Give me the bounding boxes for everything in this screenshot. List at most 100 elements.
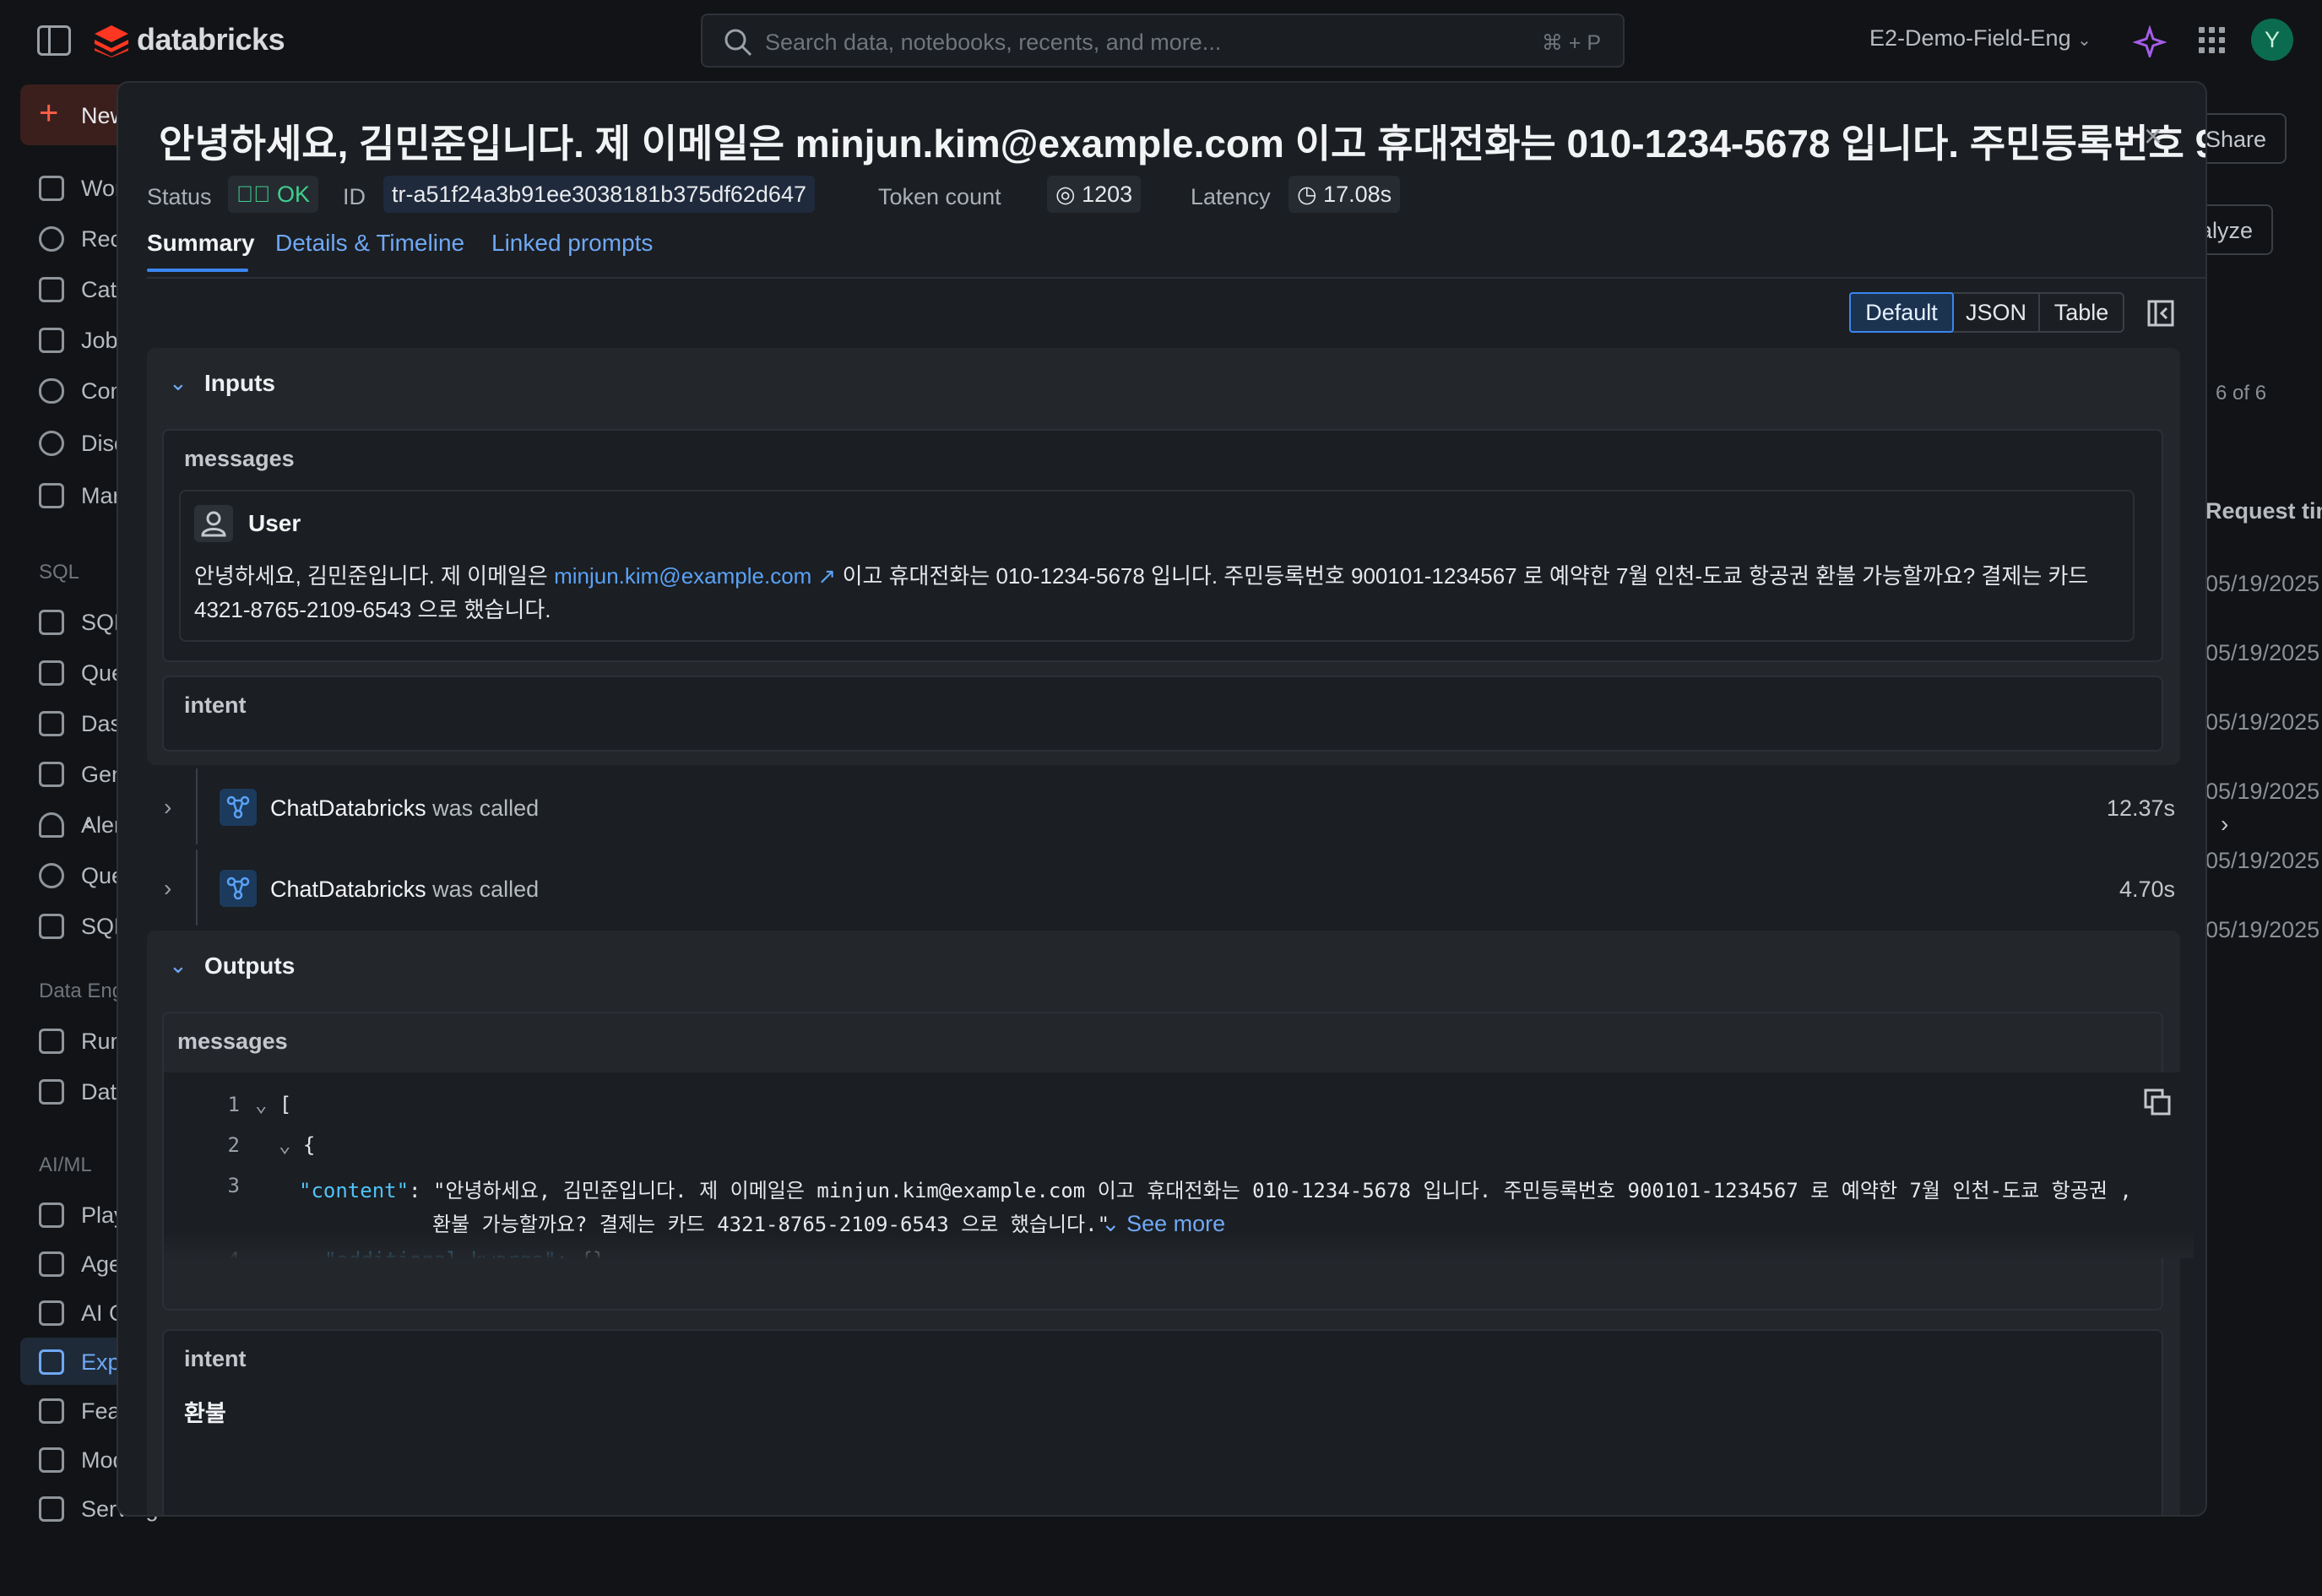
- sidebar-item-agents[interactable]: Agents: [39, 1243, 123, 1285]
- table-row-date[interactable]: 05/19/2025: [2205, 709, 2319, 736]
- clock-icon: ◷: [1297, 182, 1324, 207]
- email-link[interactable]: minjun.kim@example.com: [554, 563, 811, 589]
- sidebar-item-features[interactable]: Features: [39, 1390, 123, 1432]
- sidebar-section-ai-ml: AI/ML: [39, 1154, 92, 1176]
- row-count: 6 of 6: [2216, 382, 2267, 404]
- global-search[interactable]: Search data, notebooks, recents, and mor…: [701, 14, 1625, 68]
- sidebar-item-query-history[interactable]: Query History: [39, 855, 123, 897]
- sidebar-item-discover[interactable]: Discover: [39, 422, 123, 464]
- see-more-button[interactable]: ⌄ See more: [1101, 1211, 1225, 1237]
- sidebar-item-playground[interactable]: Playground: [39, 1194, 123, 1236]
- table-row-date[interactable]: 05/19/2025: [2205, 571, 2319, 597]
- code-text: "안녕하세요, 김민준입니다. 제 이메일은 minjun.kim@exampl…: [432, 1179, 2132, 1202]
- view-default-button[interactable]: Default: [1849, 292, 1954, 333]
- copy-icon[interactable]: [2143, 1088, 2172, 1116]
- bell-icon: [39, 812, 64, 838]
- status-badge: ✓⃝ OK: [228, 176, 319, 213]
- tab-summary[interactable]: Summary: [147, 230, 255, 257]
- span-name: ChatDatabricks was called: [270, 795, 539, 822]
- sidebar-item-data-ingestion[interactable]: Data Ingestion: [39, 1071, 123, 1113]
- sidebar-item-ai-gateway[interactable]: AI Gateway: [39, 1292, 123, 1334]
- databricks-logo-icon[interactable]: [93, 24, 130, 57]
- sidebar-item-recents[interactable]: Recents: [39, 218, 123, 260]
- line-number: 1: [227, 1093, 240, 1116]
- token-icon: ◎: [1055, 182, 1082, 207]
- user-icon: [194, 505, 233, 542]
- chat-model-icon: [220, 789, 257, 826]
- table-row-date[interactable]: 05/19/2025: [2205, 848, 2319, 874]
- tab-details-timeline[interactable]: Details & Timeline: [275, 230, 464, 257]
- query-icon: [39, 660, 64, 686]
- sidebar-item-dashboards[interactable]: Dashboards: [39, 703, 123, 745]
- flask-icon: [39, 1349, 64, 1375]
- sidebar-item-catalog[interactable]: Catalog: [39, 269, 123, 311]
- chevron-down-icon: ⌄: [169, 953, 187, 978]
- apps-grid-icon[interactable]: [2199, 27, 2226, 54]
- gateway-icon: [39, 1300, 64, 1326]
- dashboard-icon: [39, 711, 64, 736]
- intent-label: intent: [184, 692, 247, 718]
- sidebar-item-marketplace[interactable]: Marketplace: [39, 475, 123, 517]
- active-tab-indicator: [147, 269, 248, 272]
- sidebar-item-sql-warehouses[interactable]: SQL Warehouses: [39, 905, 123, 947]
- trace-id[interactable]: tr-a51f24a3b91ee3038181b375df62d647: [383, 176, 815, 213]
- view-json-button[interactable]: JSON: [1954, 294, 2038, 331]
- workspace-switcher[interactable]: E2-Demo-Field-Eng ⌄: [1869, 25, 2091, 52]
- sidebar-item-alerts[interactable]: Alerts: [39, 804, 123, 846]
- top-bar: databricks Search data, notebooks, recen…: [0, 0, 2322, 81]
- plus-icon: +: [39, 95, 59, 132]
- chevron-right-icon[interactable]: ›: [164, 875, 171, 902]
- column-header-request-time[interactable]: Request time: [2205, 498, 2322, 524]
- inputs-title: Inputs: [204, 370, 275, 396]
- output-messages-field: messages 1 ⌄ [ 2 ⌄ { 3 "content": "안녕하세요…: [162, 1012, 2194, 1311]
- fold-chevron-icon[interactable]: ⌄: [255, 1093, 279, 1116]
- span-row[interactable]: › ChatDatabricks was called 12.37s: [147, 768, 2180, 844]
- collapse-panel-icon[interactable]: [2146, 299, 2175, 328]
- sidebar-item-compute[interactable]: Compute: [39, 370, 123, 412]
- outputs-title: Outputs: [204, 953, 296, 979]
- token-count-label: Token count: [878, 184, 1001, 209]
- span-row[interactable]: › ChatDatabricks was called 4.70s: [147, 850, 2180, 926]
- sidebar-item-genie[interactable]: Genie: [39, 753, 123, 795]
- span-tree-line: [196, 768, 198, 844]
- chevron-left-icon[interactable]: ‹: [84, 809, 92, 836]
- latency-label: Latency: [1191, 184, 1271, 209]
- brand-name[interactable]: databricks: [137, 22, 285, 57]
- code-line: ⌄ [: [255, 1093, 291, 1116]
- line-number: 2: [227, 1133, 240, 1157]
- chevron-right-icon[interactable]: ›: [2221, 811, 2228, 838]
- sidebar-toggle-icon[interactable]: [37, 25, 71, 56]
- table-row-date[interactable]: 05/19/2025: [2205, 640, 2319, 666]
- see-more-label: See more: [1126, 1211, 1226, 1236]
- message-role: User: [248, 510, 301, 536]
- fold-chevron-icon[interactable]: ⌄: [279, 1133, 303, 1157]
- features-icon: [39, 1398, 64, 1424]
- chevron-down-icon: ⌄: [2077, 31, 2091, 50]
- span-suffix: was called: [432, 877, 540, 902]
- agent-icon: [39, 1251, 64, 1277]
- sidebar-item-sql-editor[interactable]: SQL Editor: [39, 601, 123, 643]
- intent-value: 환불: [184, 1401, 226, 1426]
- span-duration: 4.70s: [2119, 877, 2175, 902]
- sidebar-item-workspace[interactable]: Workspace: [39, 167, 123, 209]
- sidebar-item-models[interactable]: Models: [39, 1439, 123, 1481]
- external-link-icon[interactable]: ↗: [811, 563, 837, 589]
- token-count-badge: ◎ 1203: [1047, 176, 1142, 213]
- tab-linked-prompts[interactable]: Linked prompts: [491, 230, 653, 257]
- output-intent-field: intent 환불: [162, 1329, 2163, 1515]
- sidebar-item-runs[interactable]: Runs: [39, 1020, 123, 1062]
- tabs-divider: [147, 277, 2205, 279]
- view-table-button[interactable]: Table: [2040, 294, 2123, 331]
- check-circle-icon: ✓⃝: [236, 182, 278, 207]
- table-row-date[interactable]: 05/19/2025: [2205, 779, 2319, 805]
- sidebar-item-experiments[interactable]: Experiments: [39, 1341, 123, 1383]
- table-row-date[interactable]: 05/19/2025: [2205, 917, 2319, 943]
- avatar[interactable]: Y: [2251, 19, 2293, 61]
- jobs-icon: [39, 328, 64, 353]
- chevron-right-icon[interactable]: ›: [164, 794, 171, 821]
- sidebar-item-jobs[interactable]: Jobs & Pipelines: [39, 319, 123, 361]
- sidebar-item-queries[interactable]: Queries: [39, 652, 123, 694]
- code-text: [: [279, 1093, 292, 1116]
- assistant-icon[interactable]: [2133, 25, 2167, 57]
- close-icon[interactable]: ×: [2136, 120, 2170, 154]
